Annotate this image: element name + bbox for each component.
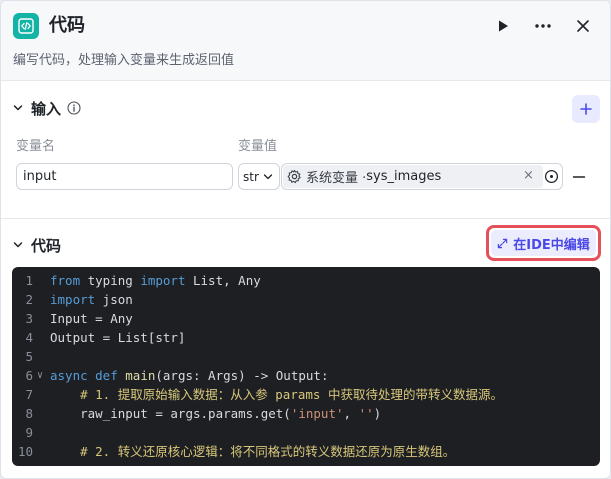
code-token: json (95, 292, 133, 307)
code-token: import (140, 273, 186, 288)
plus-icon (580, 103, 592, 115)
code-token: List, Any (185, 273, 261, 288)
run-button[interactable] (490, 13, 516, 39)
code-line[interactable]: 6 ∨ async def main(args: Args) -> Output: (12, 366, 600, 385)
remove-variable-button[interactable] (572, 169, 586, 188)
variable-name-input[interactable] (16, 163, 233, 190)
code-token: ) (373, 406, 382, 421)
code-text: import json (50, 290, 133, 309)
code-token: Output = List[str] (50, 330, 186, 345)
close-button[interactable] (570, 13, 596, 39)
variable-type-value: str (243, 169, 259, 184)
chevron-down-icon[interactable] (13, 103, 23, 113)
line-number: 10 (17, 444, 33, 459)
code-section-title: 代码 (31, 236, 62, 255)
line-number: 2 (25, 292, 33, 307)
code-token: (args: Args) -> Output: (155, 368, 329, 383)
edit-in-ide-button[interactable]: 在IDE中编辑 (491, 230, 596, 256)
expand-icon (498, 238, 508, 248)
variable-value-field[interactable]: 系统变量 · sys_images × (281, 163, 563, 190)
code-line[interactable]: 8 raw_input = args.params.get('input', '… (12, 404, 600, 423)
line-number: 6 (25, 368, 33, 383)
code-text: try: (50, 461, 110, 466)
more-button[interactable] (530, 13, 556, 39)
column-label-name: 变量名 (16, 139, 56, 154)
code-text: # 2. 转义还原核心逻辑：将不同格式的转义数据还原为原生数组。 (50, 442, 455, 461)
play-icon (499, 20, 508, 32)
add-variable-button[interactable] (572, 95, 600, 123)
minus-icon (572, 176, 586, 178)
code-line[interactable]: 3 Input = Any (12, 309, 600, 328)
variable-source-label: 系统变量 · (306, 171, 367, 186)
variable-reference-chip[interactable]: 系统变量 · sys_images (283, 165, 543, 188)
code-token: raw_input = args.params.get( (50, 406, 291, 421)
panel-header: 代码 编写代码，处理输入变量来生成返回值 (1, 1, 610, 81)
section-divider (1, 218, 610, 219)
ide-button-highlight: 在IDE中编辑 (486, 225, 601, 261)
code-token: import (50, 292, 96, 307)
node-description: 编写代码，处理输入变量来生成返回值 (13, 53, 235, 68)
column-label-value: 变量值 (238, 139, 278, 154)
variable-type-select[interactable]: str (238, 163, 280, 190)
code-text: raw_input = args.params.get('input', '') (50, 404, 381, 423)
code-text: Output = List[str] (50, 328, 185, 347)
code-line[interactable]: 5 (12, 347, 600, 366)
chevron-down-icon[interactable] (13, 240, 23, 250)
line-number: 5 (25, 349, 33, 364)
input-section-title: 输入 (31, 99, 62, 118)
line-number: 1 (25, 273, 33, 288)
clear-reference-icon[interactable]: × (523, 168, 534, 183)
code-line[interactable]: 7 # 1. 提取原始输入数据：从入参 params 中获取待处理的带转义数据源… (12, 385, 600, 404)
code-line[interactable]: 9 (12, 423, 600, 442)
code-editor[interactable]: 1 from typing import List, Any 2 import jso… (12, 267, 600, 466)
code-token: main (125, 368, 156, 383)
code-token: typing (80, 273, 141, 288)
code-section-header[interactable]: 代码 (13, 234, 61, 256)
code-line[interactable]: 4 Output = List[str] (12, 328, 600, 347)
code-token: from (50, 273, 81, 288)
line-number: 4 (25, 330, 33, 345)
fold-chevron-icon[interactable]: ∨ (37, 366, 43, 385)
line-number: 7 (25, 387, 33, 402)
code-token: 'input' (290, 406, 344, 421)
info-icon[interactable] (67, 101, 81, 115)
code-token: Input = Any (50, 311, 133, 326)
code-token: '' (358, 406, 374, 421)
line-number: 9 (25, 425, 33, 440)
line-number: 11 (12, 461, 33, 466)
code-line[interactable]: 1 from typing import List, Any (12, 271, 600, 290)
code-token: : (103, 463, 111, 466)
code-line[interactable]: 10 # 2. 转义还原核心逻辑：将不同格式的转义数据还原为原生数组。 (12, 442, 600, 461)
more-icon (535, 24, 551, 28)
code-token: # 1. 提取原始输入数据：从入参 params 中获取待处理的带转义数据源。 (80, 387, 503, 402)
input-section-header[interactable]: 输入 (13, 97, 81, 119)
code-text: Input = Any (50, 309, 133, 328)
code-text: # 1. 提取原始输入数据：从入参 params 中获取待处理的带转义数据源。 (50, 385, 503, 404)
variable-reference-value: sys_images (366, 169, 442, 184)
chevron-down-icon (263, 173, 273, 179)
code-token: , (343, 406, 359, 421)
code-token: async def (50, 368, 118, 383)
code-node-icon (13, 13, 39, 39)
code-token: # 2. 转义还原核心逻辑：将不同格式的转义数据还原为原生数组。 (80, 444, 456, 459)
code-text: from typing import List, Any (50, 271, 261, 290)
line-number: 3 (25, 311, 33, 326)
variable-picker-icon[interactable] (544, 169, 559, 188)
code-line[interactable]: 11 try: (12, 461, 600, 466)
code-node-panel: 代码 编写代码，处理输入变量来生成返回值 输入 变量名 变量值 input st… (0, 0, 611, 479)
code-token: try (80, 463, 103, 466)
line-number: 8 (25, 406, 33, 421)
page-title: 代码 (49, 15, 85, 36)
gear-icon (287, 169, 301, 184)
edit-in-ide-label: 在IDE中编辑 (513, 237, 590, 253)
code-line[interactable]: 2 import json (12, 290, 600, 309)
code-text: async def main(args: Args) -> Output: (50, 366, 328, 385)
close-icon (577, 20, 589, 32)
